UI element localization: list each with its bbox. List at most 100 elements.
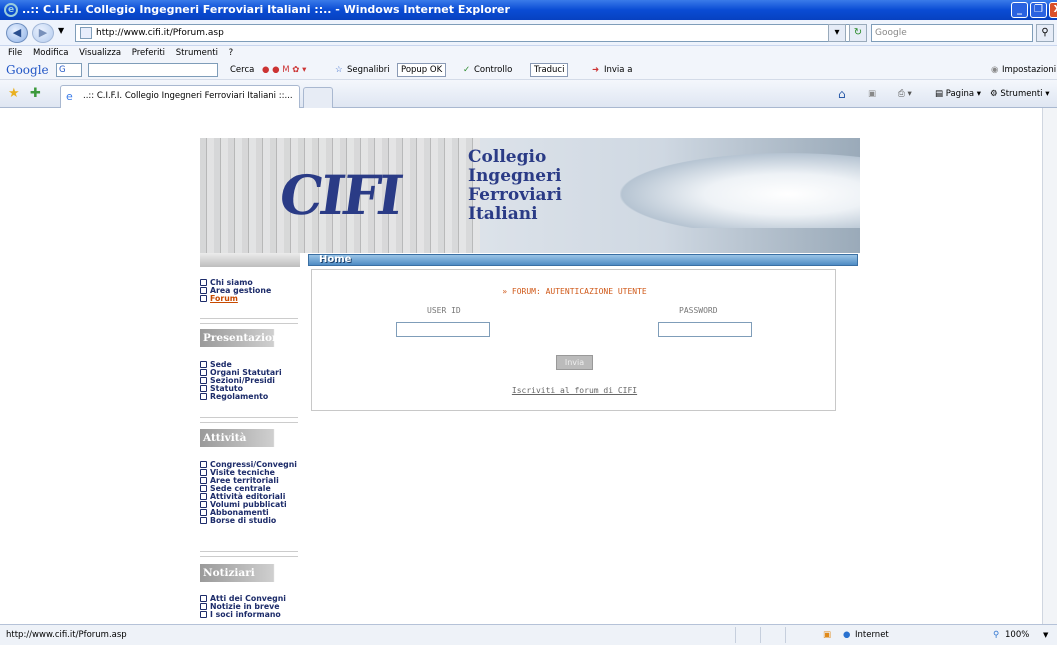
sidebar-item-forum[interactable]: Forum [200,294,238,303]
segnalibri-button[interactable]: Segnalibri [347,60,390,80]
section-presentazione: Presentazione [200,329,298,347]
url-field[interactable]: http://www.cifi.it/Pforum.asp [75,24,850,42]
favorites-star-icon[interactable]: ★ [8,86,20,101]
menu-modifica[interactable]: Modifica [33,48,69,58]
new-tab-button[interactable] [303,87,333,108]
zone-label: Internet [855,630,889,640]
toolbar-icons[interactable]: ● ● M ✿ ▾ [262,60,306,80]
user-id-input[interactable] [396,322,490,337]
vertical-scrollbar[interactable] [1042,108,1057,624]
tab-label: ..:: C.I.F.I. Collegio Ingegneri Ferrovi… [83,91,293,101]
sidebar-item-label: I soci informano [210,610,281,619]
invia-button[interactable]: Invia a [604,60,632,80]
spellcheck-icon: ✓ [463,65,471,75]
strumenti-label: Strumenti [1000,89,1043,99]
divider [200,551,298,557]
section-notiziari: Notiziari [200,564,298,582]
search-icon[interactable]: ⚲ [1036,24,1054,42]
divider [200,417,298,423]
zoom-icon: ⚲ [993,630,1000,640]
refresh-button[interactable]: ↻ [849,24,867,42]
popup-button[interactable]: Popup OK [397,63,447,77]
org-line-4: Italiani [468,204,538,224]
maximize-button[interactable]: ❐ [1030,2,1047,18]
tab-active[interactable]: e ..:: C.I.F.I. Collegio Ingegneri Ferro… [60,85,300,108]
pagina-menu[interactable]: ▤ Pagina ▾ [935,80,981,108]
menu-bar: File Modifica Visualizza Preferiti Strum… [0,46,1057,60]
home-icon[interactable]: ⌂ [838,80,846,108]
menu-visualizza[interactable]: Visualizza [79,48,121,58]
zoom-dropdown-icon[interactable]: ▼ [1043,625,1048,645]
page-icon [80,27,92,39]
search-input[interactable]: Google [871,24,1033,42]
security-icon: ▣ [823,630,832,640]
print-icon[interactable]: ⎙ ▾ [898,80,912,108]
minimize-button[interactable]: _ [1011,2,1028,18]
divider [200,318,298,324]
login-form: » FORUM: AUTENTICAZIONE UTENTE USER ID P… [311,269,836,411]
strumenti-menu[interactable]: ⚙ Strumenti ▾ [990,80,1050,108]
url-text: http://www.cifi.it/Pforum.asp [96,28,224,38]
send-icon: ➜ [592,65,600,75]
sidebar-item-label: Regolamento [210,392,269,401]
window-title: ..:: C.I.F.I. Collegio Ingegneri Ferrovi… [22,3,510,16]
status-divider [760,627,761,643]
submit-button[interactable]: Invia [556,355,593,370]
section-attivita: Attività [200,429,298,447]
cerca-button[interactable]: Cerca [230,60,254,80]
traduci-button[interactable]: Traduci [530,63,569,77]
form-title-text: FORUM: AUTENTICAZIONE UTENTE [511,287,647,296]
history-dropdown-icon[interactable]: ▼ [58,26,64,35]
site-banner: CIFI Collegio Ingegneri Ferroviari Itali… [200,138,860,253]
register-link[interactable]: Iscriviti al forum di CIFI [312,386,837,395]
cifi-logo: CIFI [275,163,405,227]
ie-logo-icon: e [4,3,18,17]
tab-ie-icon: e [66,90,73,103]
menu-help[interactable]: ? [229,48,234,58]
zoom-level[interactable]: 100% [1005,625,1029,645]
org-line-3: Ferroviari [468,185,562,205]
home-bar-left [200,253,300,267]
forward-button[interactable]: ▶ [32,23,54,43]
page-top-area [0,108,1057,138]
tab-bar: ★ ✚ e ..:: C.I.F.I. Collegio Ingegneri F… [0,80,1057,108]
train-image [620,153,860,228]
google-search-field[interactable] [88,63,218,77]
google-g-button[interactable]: G [56,63,82,77]
controllo-button[interactable]: Controllo [474,60,512,80]
impostazioni-button[interactable]: Impostazioni [1002,60,1056,80]
password-label: PASSWORD [679,306,718,315]
close-button[interactable]: X [1049,2,1057,18]
window-title-bar: e ..:: C.I.F.I. Collegio Ingegneri Ferro… [0,0,1057,20]
menu-strumenti[interactable]: Strumenti [176,48,218,58]
status-divider [785,627,786,643]
back-button[interactable]: ◀ [6,23,28,43]
home-link[interactable]: Home [308,254,858,266]
org-line-2: Ingegneri [468,166,562,186]
star-icon: ☆ [335,65,343,75]
feeds-icon[interactable]: ▣ [868,80,876,108]
add-favorites-icon[interactable]: ✚ [30,86,41,101]
google-logo: Google [6,63,49,77]
google-toolbar: Google G Cerca ● ● M ✿ ▾ ☆ Segnalibri Po… [0,60,1057,80]
user-id-label: USER ID [427,306,461,315]
nav-home-bar: Home [200,253,860,267]
status-bar: http://www.cifi.it/Pforum.asp ▣ ● Intern… [0,624,1057,645]
status-url: http://www.cifi.it/Pforum.asp [6,630,127,640]
password-input[interactable] [658,322,752,337]
sidebar: Chi siamo Area gestione Forum Presentazi… [200,267,300,624]
pagina-label: Pagina [945,89,975,99]
sidebar-item-soci-informano[interactable]: I soci informano [200,610,281,619]
globe-icon: ● [843,630,851,640]
org-line-1: Collegio [468,147,547,167]
address-toolbar: ◀ ▶ ▼ http://www.cifi.it/Pforum.asp ▾ ↻ … [0,20,1057,46]
sidebar-item-borse-di-studio[interactable]: Borse di studio [200,516,277,525]
status-divider [735,627,736,643]
form-title: » FORUM: AUTENTICAZIONE UTENTE [502,287,647,296]
menu-preferiti[interactable]: Preferiti [132,48,165,58]
org-name: Collegio Ingegneri Ferroviari Italiani [468,148,562,224]
url-dropdown-button[interactable]: ▾ [828,24,846,42]
sidebar-item-label: Borse di studio [210,516,277,525]
sidebar-item-regolamento[interactable]: Regolamento [200,392,269,401]
menu-file[interactable]: File [8,48,22,58]
